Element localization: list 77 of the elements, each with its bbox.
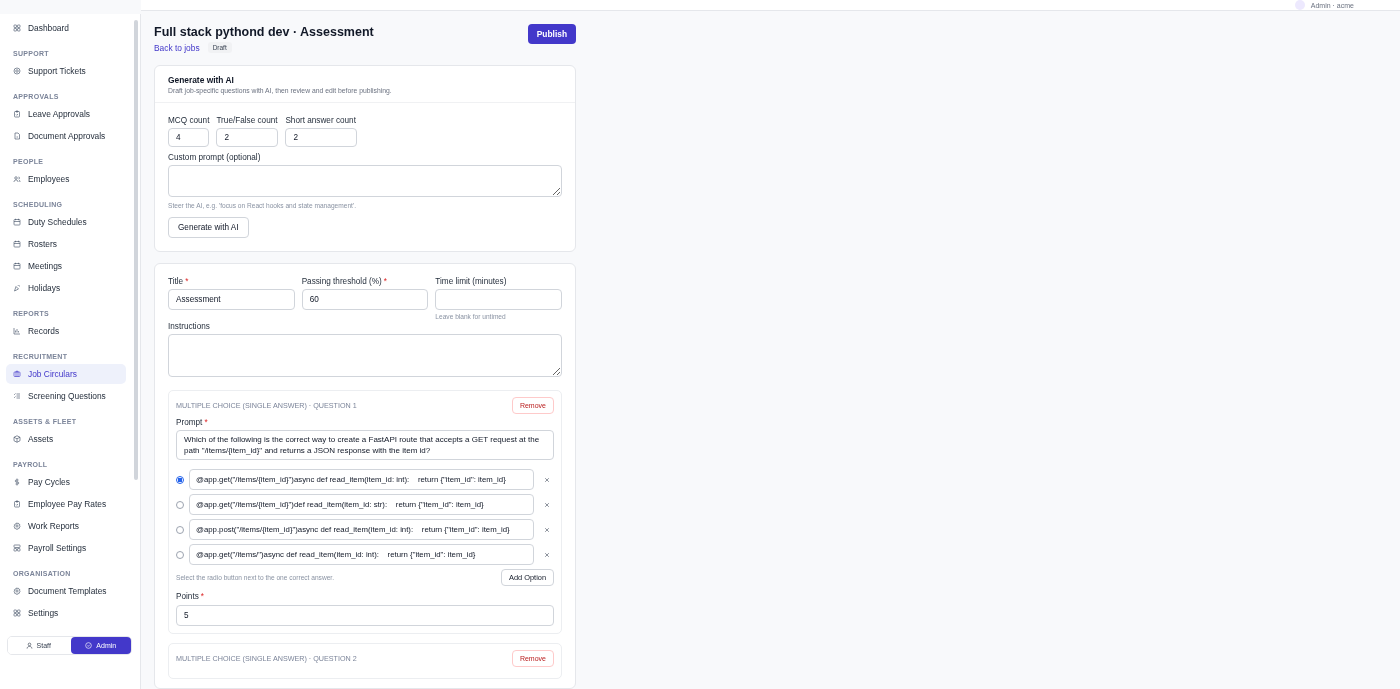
close-icon[interactable] xyxy=(544,476,550,483)
count-input[interactable]: 2 xyxy=(285,128,358,147)
doc-icon xyxy=(13,132,21,140)
sidebar-item[interactable]: Document Approvals xyxy=(6,126,126,146)
sidebar-item[interactable]: Dashboard xyxy=(6,18,126,38)
clip-icon xyxy=(13,500,21,508)
field-label: MCQ count xyxy=(168,116,210,125)
count-input[interactable]: 2 xyxy=(216,128,279,147)
grid-icon xyxy=(13,24,21,32)
field-label: Custom prompt (optional) xyxy=(168,153,262,162)
close-icon[interactable] xyxy=(544,526,550,533)
radio-button[interactable] xyxy=(176,500,184,509)
gear-icon xyxy=(13,587,21,595)
field-label: Title xyxy=(168,277,184,286)
cal-icon xyxy=(13,262,21,270)
avatar[interactable] xyxy=(1294,0,1305,10)
sidebar-item[interactable]: Duty Schedules xyxy=(6,212,126,232)
field-label: Short answer count xyxy=(285,116,357,125)
sidebar-item[interactable]: Screening Questions xyxy=(6,386,126,406)
radio-button[interactable] xyxy=(176,475,184,484)
list-icon xyxy=(13,392,21,400)
sidebar-item[interactable]: Meetings xyxy=(6,256,126,276)
sidebar-item[interactable]: Support Tickets xyxy=(6,61,126,81)
sidebar-item[interactable]: Assets xyxy=(6,429,126,449)
sidebar-item[interactable]: Settings xyxy=(6,603,126,623)
points-field[interactable]: 5 xyxy=(176,605,554,626)
required-mark: * xyxy=(200,592,204,601)
sidebar-item[interactable]: Job Circulars xyxy=(6,364,126,384)
close-icon[interactable] xyxy=(544,501,550,508)
required-mark: * xyxy=(204,418,208,427)
field-label: Instructions xyxy=(168,322,211,331)
gear-icon xyxy=(13,522,21,530)
page-title: Full stack pythond dev · Assessment xyxy=(154,25,374,39)
sidebar-item[interactable]: Pay Cycles xyxy=(6,472,126,492)
custom-prompt-field[interactable] xyxy=(168,165,562,197)
chart-icon xyxy=(13,327,21,335)
text-field[interactable]: 60 xyxy=(301,289,429,310)
dollar-icon xyxy=(13,478,21,486)
scrollbar[interactable] xyxy=(134,20,138,480)
text-field[interactable] xyxy=(435,289,562,310)
required-mark: * xyxy=(185,277,189,286)
field-label: True/False count xyxy=(216,116,279,125)
field-label: Points xyxy=(176,592,199,601)
card-title: Generate with AI xyxy=(168,75,235,85)
grid-icon xyxy=(13,609,21,617)
sidebar-item[interactable]: Records xyxy=(6,321,126,341)
box-icon xyxy=(13,435,21,443)
generate-button[interactable]: Generate with AI xyxy=(168,217,249,238)
check-circle-icon xyxy=(85,642,93,649)
text-field[interactable]: Assessment xyxy=(168,289,295,310)
cal-icon xyxy=(13,218,21,226)
sidebar-item[interactable]: Holidays xyxy=(6,278,126,298)
sidebar-item[interactable]: Rosters xyxy=(6,234,126,254)
party-icon xyxy=(13,284,21,292)
close-icon[interactable] xyxy=(544,551,550,558)
required-mark: * xyxy=(383,277,387,286)
sidebar-item[interactable]: Employees xyxy=(6,169,126,189)
cal-icon xyxy=(13,240,21,248)
instructions-field[interactable] xyxy=(168,334,562,377)
prompt-field[interactable]: Which of the following is the correct way to create a FastAPI route that accepts a GET request at the path "/items/{item_id}" and returns a JSON response with the item id? xyxy=(176,430,554,460)
sidebar-item[interactable]: Document Templates xyxy=(6,581,126,601)
sidebar-item[interactable]: Employee Pay Rates xyxy=(6,494,126,514)
clip-icon xyxy=(13,110,21,118)
count-input[interactable]: 4 xyxy=(168,128,209,147)
field-label: Time limit (minutes) xyxy=(435,277,507,286)
sidebar-item[interactable]: Work Reports xyxy=(6,516,126,536)
field-label: Passing threshold (%) xyxy=(301,277,382,286)
sidebar-item[interactable]: Leave Approvals xyxy=(6,104,126,124)
publish-button[interactable]: Publish xyxy=(527,24,576,44)
radio-button[interactable] xyxy=(176,525,184,534)
ticket-icon xyxy=(13,67,21,75)
radio-button[interactable] xyxy=(176,550,184,559)
field-label: Prompt xyxy=(176,418,203,427)
user-icon xyxy=(25,642,33,649)
back-link[interactable]: Back to jobs xyxy=(154,42,200,53)
users-icon xyxy=(13,175,21,183)
sidebar-item[interactable]: Payroll Settings xyxy=(6,538,126,558)
